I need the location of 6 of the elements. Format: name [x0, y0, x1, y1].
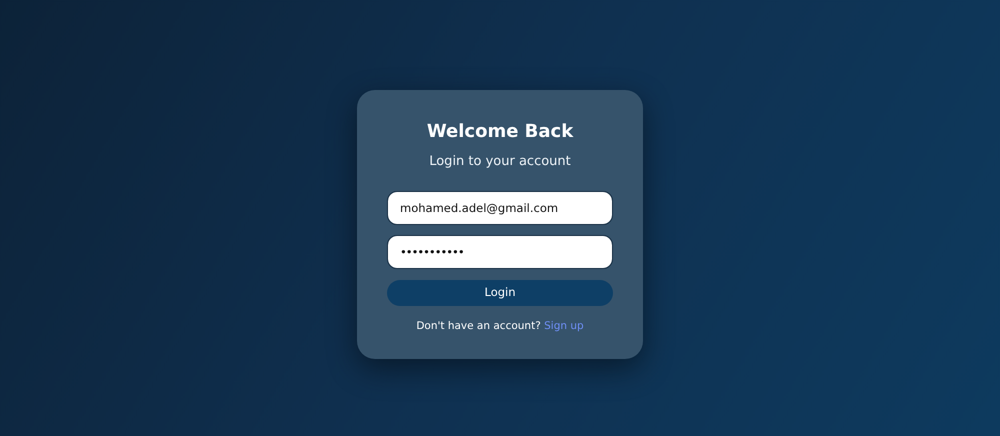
email-field[interactable]: mohamed.adel@gmail.com	[387, 190, 613, 224]
password-field[interactable]: •••••••••••	[387, 234, 613, 268]
login-subtitle: Login to your account	[428, 153, 572, 171]
signup-prompt: Don't have an account? Sign up	[415, 318, 585, 334]
login-button[interactable]: Login	[387, 280, 613, 306]
login-title: Welcome Back	[426, 120, 574, 144]
